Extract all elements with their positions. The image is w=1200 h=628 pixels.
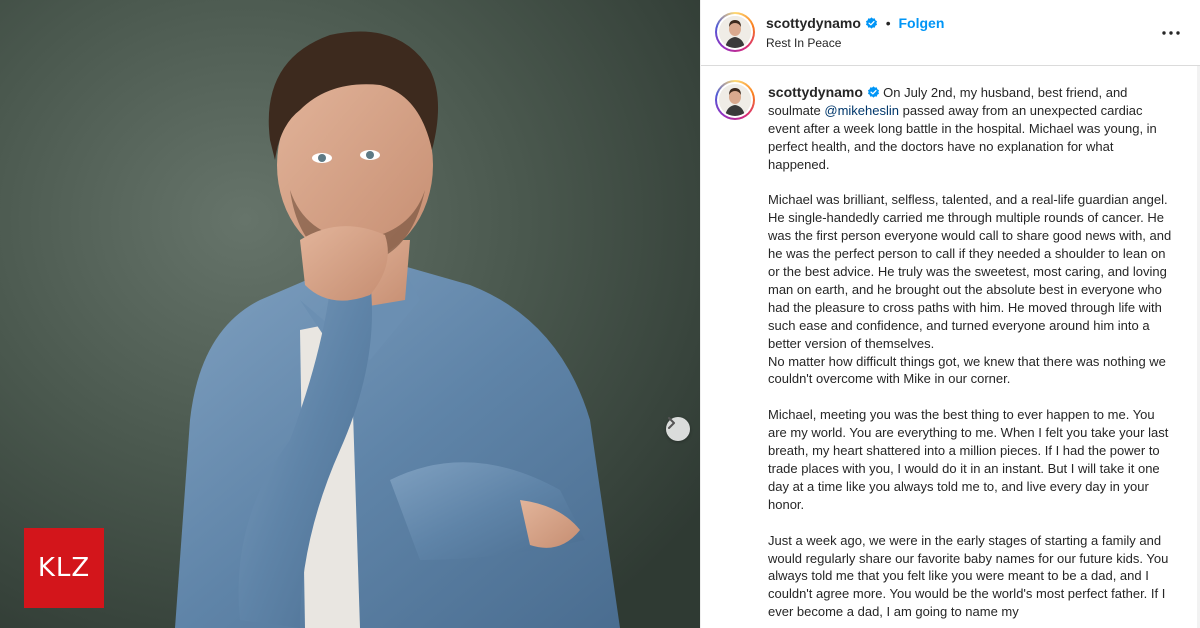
caption-paragraph: No matter how difficult things got, we k… [768, 353, 1166, 387]
caption-avatar-image [719, 84, 751, 116]
more-horizontal-icon [1162, 31, 1180, 35]
caption-avatar[interactable] [715, 80, 755, 120]
verified-badge-icon [867, 86, 879, 98]
post-caption: scottydynamo On July 2nd, my husband, be… [768, 84, 1173, 621]
caption-username[interactable]: scottydynamo [768, 84, 863, 100]
post-photo: KLZ [0, 0, 700, 628]
klz-watermark-logo: KLZ [24, 528, 104, 608]
caption-paragraph: scottydynamo On July 2nd, my husband, be… [768, 84, 1173, 174]
avatar[interactable] [715, 12, 755, 52]
header-user-line: scottydynamo • Folgen [766, 15, 944, 31]
post-side-panel: scottydynamo • Folgen Rest In Peace scot… [700, 0, 1200, 628]
mention-link[interactable]: @mikeheslin [824, 103, 899, 118]
post-location[interactable]: Rest In Peace [766, 36, 841, 50]
chevron-right-icon [668, 417, 675, 429]
more-options-button[interactable] [1161, 23, 1181, 43]
caption-paragraph: Just a week ago, we were in the early st… [768, 532, 1169, 620]
separator-dot: • [885, 15, 891, 31]
header-username[interactable]: scottydynamo [766, 15, 861, 31]
verified-badge-icon [865, 17, 877, 29]
follow-button[interactable]: Folgen [899, 15, 945, 31]
post-header: scottydynamo • Folgen Rest In Peace [701, 0, 1200, 66]
next-photo-button[interactable] [666, 417, 690, 441]
klz-watermark-text: KLZ [37, 553, 91, 583]
caption-paragraph: Michael was brilliant, selfless, talente… [768, 192, 1172, 351]
man-portrait-illustration [0, 0, 700, 628]
caption-paragraph: Michael, meeting you was the best thing … [768, 407, 1169, 512]
avatar-image [719, 16, 751, 48]
